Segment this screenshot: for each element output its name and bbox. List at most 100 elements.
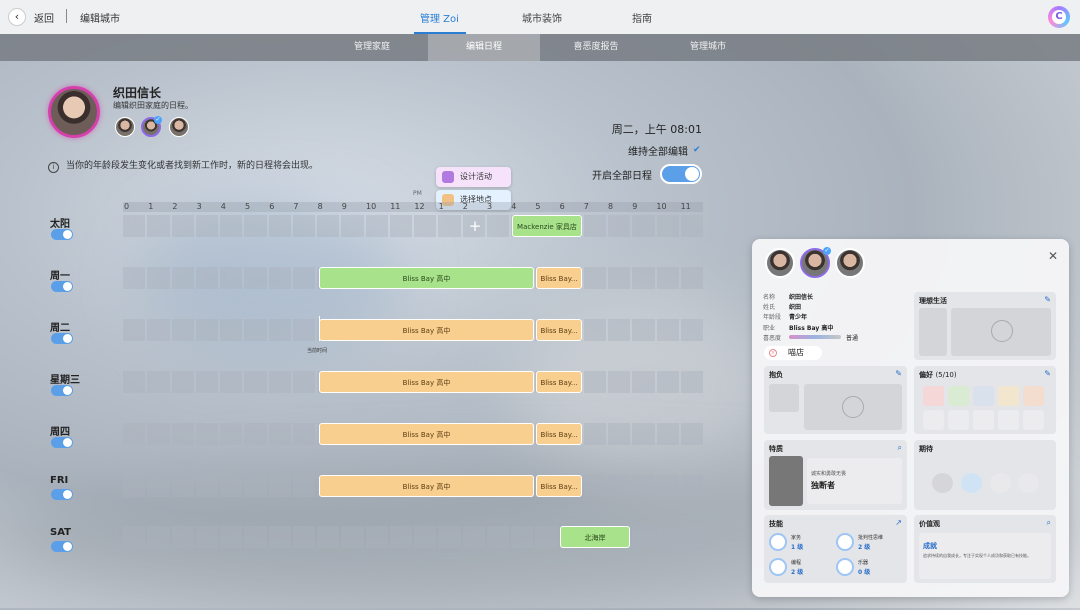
hour-cell[interactable] [268, 526, 291, 548]
edit-icon[interactable]: ✎ [895, 369, 902, 378]
schedule-block-school[interactable]: Bliss Bay 高中 [319, 423, 534, 445]
app-logo-icon[interactable]: C [1048, 6, 1070, 28]
hour-cell[interactable] [365, 215, 388, 237]
subtab-preference-report[interactable]: 喜恶度报告 [540, 34, 652, 61]
hour-cell[interactable] [171, 267, 194, 289]
hour-cell[interactable] [220, 526, 243, 548]
member-avatar[interactable] [765, 248, 795, 278]
hour-cell[interactable] [656, 475, 679, 497]
day-toggle[interactable] [51, 281, 73, 292]
hour-cell[interactable] [656, 423, 679, 445]
hour-cell[interactable] [608, 475, 631, 497]
schedule-block-short[interactable]: Bliss Bay... [536, 267, 582, 289]
hour-cell[interactable] [680, 371, 703, 393]
hour-cell[interactable] [317, 526, 340, 548]
hour-cell[interactable] [365, 526, 388, 548]
hour-cell[interactable] [656, 215, 679, 237]
hour-cell[interactable] [244, 475, 267, 497]
keep-edit-checkbox[interactable]: ✔ [693, 145, 703, 155]
subtab-manage-city[interactable]: 管理城市 [652, 34, 764, 61]
design-activity-button[interactable]: 设计活动 [436, 167, 511, 187]
hour-cell[interactable] [438, 215, 461, 237]
hour-cell[interactable] [535, 526, 558, 548]
schedule-block-short[interactable]: Bliss Bay... [536, 319, 582, 341]
hour-cell[interactable] [608, 319, 631, 341]
hour-cell[interactable] [632, 475, 655, 497]
edit-icon[interactable]: ✎ [1044, 295, 1051, 304]
hour-cell[interactable] [147, 423, 170, 445]
hour-cell[interactable] [195, 475, 218, 497]
hour-cell[interactable] [268, 319, 291, 341]
hour-cell[interactable] [195, 371, 218, 393]
hour-cell[interactable] [632, 371, 655, 393]
hour-cell[interactable] [632, 215, 655, 237]
hour-cell[interactable] [608, 267, 631, 289]
hour-cell[interactable] [195, 267, 218, 289]
hour-cell[interactable] [680, 526, 703, 548]
hour-cell[interactable] [583, 423, 606, 445]
hour-cell[interactable] [292, 267, 315, 289]
hour-cell[interactable] [462, 526, 485, 548]
close-icon[interactable]: ✕ [1048, 249, 1058, 263]
hour-cell[interactable] [656, 371, 679, 393]
hour-cell[interactable] [656, 319, 679, 341]
hour-cell[interactable] [171, 215, 194, 237]
hour-cell[interactable] [220, 475, 243, 497]
hour-cell[interactable] [195, 215, 218, 237]
preference-slot[interactable] [923, 386, 944, 406]
hour-cell[interactable] [317, 215, 340, 237]
hour-cell[interactable] [680, 319, 703, 341]
edit-icon[interactable]: ✎ [1044, 369, 1051, 378]
hour-cell[interactable] [244, 371, 267, 393]
member-avatar[interactable] [835, 248, 865, 278]
hour-cell[interactable] [123, 475, 146, 497]
hour-cell[interactable] [389, 215, 412, 237]
subtab-edit-schedule[interactable]: 编辑日程 [428, 34, 540, 61]
hour-cell[interactable] [195, 526, 218, 548]
hour-cell[interactable] [292, 319, 315, 341]
hour-cell[interactable] [220, 423, 243, 445]
hour-cell[interactable] [632, 267, 655, 289]
hour-cell[interactable] [680, 423, 703, 445]
schedule-block-sat[interactable]: 北海岸 [560, 526, 630, 548]
hour-cell[interactable] [268, 215, 291, 237]
preference-slot[interactable] [1023, 386, 1044, 406]
hour-cell[interactable] [632, 423, 655, 445]
hour-cell[interactable] [244, 319, 267, 341]
hour-cell[interactable] [147, 267, 170, 289]
schedule-block-short[interactable]: Bliss Bay... [536, 371, 582, 393]
hour-cell[interactable] [171, 371, 194, 393]
hour-cell[interactable] [268, 423, 291, 445]
hour-cell[interactable] [195, 423, 218, 445]
member-avatar[interactable] [169, 117, 189, 137]
hour-cell[interactable] [171, 475, 194, 497]
hour-cell[interactable] [656, 526, 679, 548]
schedule-block-short[interactable]: Bliss Bay... [536, 423, 582, 445]
hour-cell[interactable] [414, 526, 437, 548]
hour-cell[interactable] [123, 215, 146, 237]
skill-item[interactable]: 批判性思维 2 级 [836, 533, 900, 553]
store-button[interactable]: × 喵店 [764, 346, 822, 360]
hour-cell[interactable] [583, 215, 606, 237]
question-icon[interactable] [990, 473, 1011, 493]
member-avatar-selected[interactable]: ✓ [800, 247, 831, 278]
day-toggle[interactable] [51, 489, 73, 500]
hour-cell[interactable] [583, 475, 606, 497]
hour-cell[interactable] [292, 215, 315, 237]
hour-cell[interactable] [608, 423, 631, 445]
hour-cell[interactable] [511, 526, 534, 548]
hour-cell[interactable] [268, 371, 291, 393]
hour-cell[interactable] [292, 423, 315, 445]
subtab-manage-household[interactable]: 管理家庭 [316, 34, 428, 61]
tab-guide[interactable]: 指南 [632, 10, 652, 25]
search-icon[interactable]: ⌕ [898, 443, 902, 453]
preference-slot-empty[interactable] [1023, 410, 1044, 430]
hour-cell[interactable] [147, 371, 170, 393]
preference-slot[interactable] [948, 386, 969, 406]
hour-cell[interactable] [195, 319, 218, 341]
hour-cell[interactable] [268, 475, 291, 497]
hour-cell[interactable] [123, 319, 146, 341]
hour-cell[interactable] [680, 267, 703, 289]
day-toggle[interactable] [51, 541, 73, 552]
hour-cell[interactable] [123, 526, 146, 548]
